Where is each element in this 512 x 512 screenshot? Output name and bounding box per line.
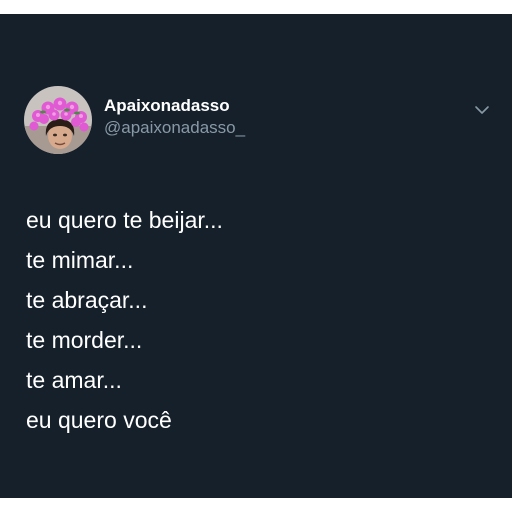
tweet-line: eu quero te beijar... xyxy=(26,207,223,233)
tweet-line: te abraçar... xyxy=(26,287,148,313)
avatar-image xyxy=(24,86,92,154)
tweet-card: Apaixonadasso @apaixonadasso_ eu quero t… xyxy=(0,14,512,498)
tweet-header: Apaixonadasso @apaixonadasso_ xyxy=(24,86,494,156)
avatar[interactable] xyxy=(24,86,92,154)
tweet-text: eu quero te beijar... te mimar... te abr… xyxy=(26,200,486,440)
display-name[interactable]: Apaixonadasso xyxy=(104,95,245,117)
tweet-line: eu quero você xyxy=(26,407,172,433)
tweet-line: te morder... xyxy=(26,327,143,353)
user-handle[interactable]: @apaixonadasso_ xyxy=(104,117,245,139)
chevron-down-icon[interactable] xyxy=(470,98,494,122)
user-names: Apaixonadasso @apaixonadasso_ xyxy=(104,95,245,139)
tweet-line: te amar... xyxy=(26,367,122,393)
tweet-line: te mimar... xyxy=(26,247,134,273)
